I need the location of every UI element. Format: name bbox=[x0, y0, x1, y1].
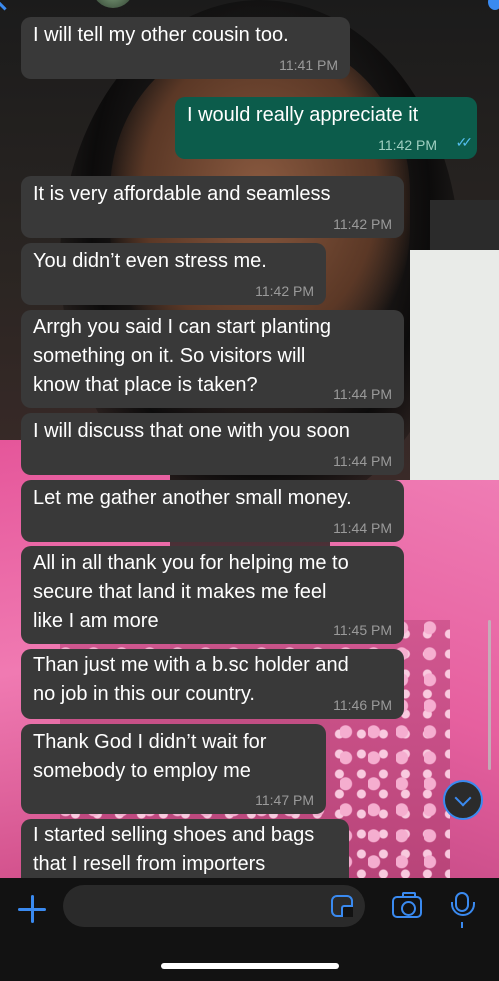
wallpaper-wall bbox=[410, 250, 499, 510]
sticker-icon[interactable] bbox=[331, 895, 353, 917]
message-text: You didn’t even stress me. bbox=[33, 250, 267, 272]
message-time: 11:42 PM bbox=[378, 137, 437, 153]
mic-stand bbox=[461, 922, 463, 928]
message-bubble-incoming[interactable]: All in all thank you for helping me to s… bbox=[21, 546, 404, 644]
message-text: Let me gather another small money. bbox=[33, 487, 352, 509]
message-time: 11:44 PM bbox=[333, 453, 392, 469]
message-bubble-outgoing[interactable]: I would really appreciate it 11:42 PM ✓✓ bbox=[175, 97, 477, 159]
message-time: 11:42 PM bbox=[255, 283, 314, 299]
scrollbar[interactable] bbox=[488, 620, 491, 770]
message-bubble-incoming[interactable]: It is very affordable and seamless 11:42… bbox=[21, 176, 404, 238]
scroll-to-bottom-button[interactable] bbox=[443, 780, 483, 820]
message-bubble-incoming[interactable]: I will discuss that one with you soon 11… bbox=[21, 413, 404, 475]
message-bubble-incoming[interactable]: You didn’t even stress me. 11:42 PM bbox=[21, 243, 326, 305]
message-bubble-incoming[interactable]: Arrgh you said I can start planting some… bbox=[21, 310, 404, 408]
message-bubble-incoming[interactable]: I will tell my other cousin too. 11:41 P… bbox=[21, 17, 350, 79]
message-input[interactable] bbox=[63, 885, 365, 927]
plus-icon[interactable] bbox=[18, 895, 46, 923]
read-receipt-icon: ✓✓ bbox=[455, 134, 474, 150]
message-text: Thank God I didn’t wait for somebody to … bbox=[33, 731, 267, 782]
message-text: I would really appreciate it bbox=[187, 104, 419, 126]
home-indicator[interactable] bbox=[161, 963, 339, 969]
message-time: 11:42 PM bbox=[333, 216, 392, 232]
message-time: 11:47 PM bbox=[255, 792, 314, 808]
message-time: 11:44 PM bbox=[333, 520, 392, 536]
message-time: 11:41 PM bbox=[279, 57, 338, 73]
mic-icon[interactable] bbox=[451, 892, 475, 916]
message-text: I will discuss that one with you soon bbox=[33, 420, 350, 442]
message-text: I started selling shoes and bags that I … bbox=[33, 824, 315, 875]
camera-icon[interactable] bbox=[392, 892, 422, 918]
message-text: It is very affordable and seamless bbox=[33, 183, 331, 205]
message-time: 11:46 PM bbox=[333, 697, 392, 713]
message-text: I will tell my other cousin too. bbox=[33, 24, 289, 46]
message-time: 11:44 PM bbox=[333, 386, 392, 402]
message-bubble-incoming[interactable]: Let me gather another small money. 11:44… bbox=[21, 480, 404, 542]
message-time: 11:45 PM bbox=[333, 622, 392, 638]
message-bubble-incoming[interactable]: Thank God I didn’t wait for somebody to … bbox=[21, 724, 326, 814]
message-bubble-incoming[interactable]: Than just me with a b.sc holder and no j… bbox=[21, 649, 404, 719]
